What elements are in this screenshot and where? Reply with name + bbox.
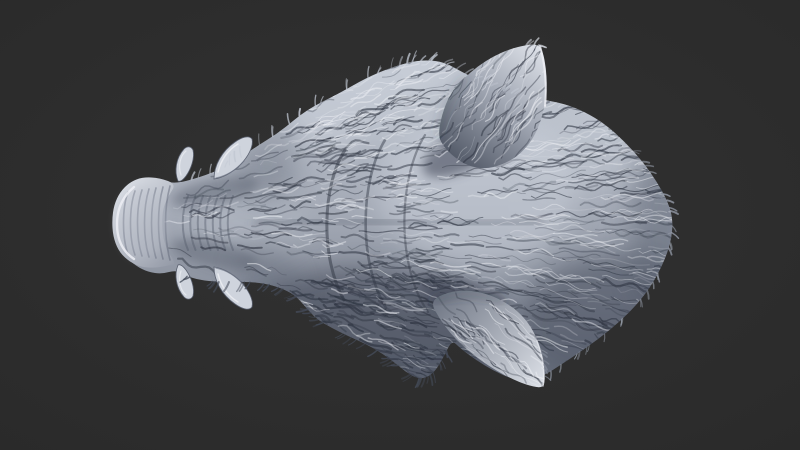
sculpt-viewport[interactable]: [0, 0, 800, 450]
render-canvas: [0, 0, 800, 450]
